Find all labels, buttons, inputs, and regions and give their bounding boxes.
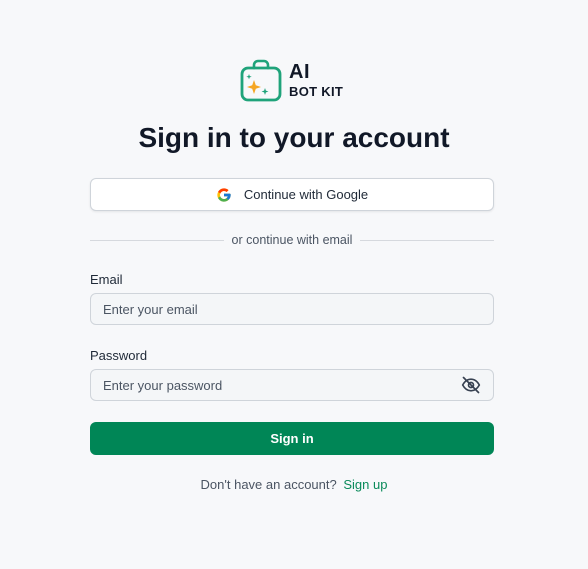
google-signin-label: Continue with Google xyxy=(243,187,369,202)
brand-line-1: AI xyxy=(289,61,310,83)
brand-line-2: BOT KIT xyxy=(289,84,344,99)
google-signin-button[interactable]: Continue with Google xyxy=(90,178,494,211)
signup-prompt-text: Don't have an account? xyxy=(200,477,337,492)
signup-prompt: Don't have an account? Sign up xyxy=(0,477,588,492)
email-field[interactable] xyxy=(90,293,494,325)
google-icon xyxy=(217,187,231,202)
divider-line-right xyxy=(360,239,494,241)
sign-in-button[interactable]: Sign in xyxy=(90,422,494,455)
eye-off-icon xyxy=(461,376,481,394)
brand-wordmark: AI BOT KIT xyxy=(289,62,343,98)
email-label: Email xyxy=(90,272,123,287)
password-field[interactable] xyxy=(90,369,494,401)
sign-in-page: AI BOT KIT Sign in to your account Conti… xyxy=(0,0,588,569)
sign-up-link[interactable]: Sign up xyxy=(343,477,387,492)
divider: or continue with email xyxy=(90,232,494,248)
divider-text: or continue with email xyxy=(231,233,353,247)
page-title: Sign in to your account xyxy=(138,122,450,153)
password-visibility-toggle[interactable] xyxy=(460,374,482,396)
divider-line-left xyxy=(90,239,224,241)
shopping-bag-sparkle-icon xyxy=(240,59,282,102)
password-label: Password xyxy=(90,348,148,363)
brand-logo: AI BOT KIT xyxy=(239,58,343,102)
